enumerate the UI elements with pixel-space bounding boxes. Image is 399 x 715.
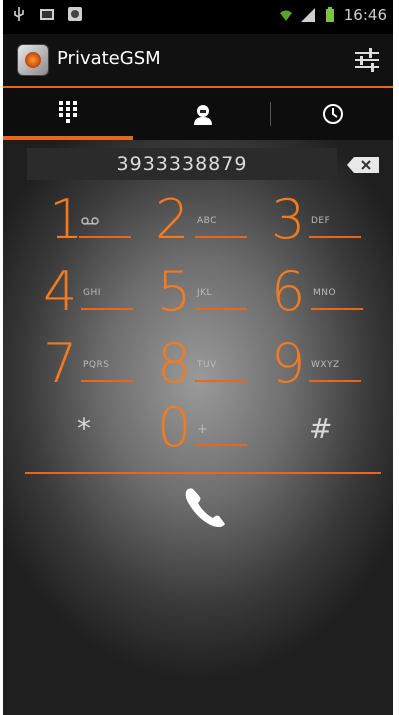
usb-icon bbox=[14, 7, 24, 21]
key-8[interactable]: 8 TUV bbox=[157, 334, 267, 396]
key-underline bbox=[195, 236, 247, 238]
key-digit: 8 bbox=[157, 332, 192, 395]
key-letters: GHI bbox=[83, 288, 101, 298]
key-letters: ABC bbox=[197, 216, 217, 226]
key-5[interactable]: 5 JKL bbox=[157, 262, 267, 324]
voicemail-icon bbox=[81, 217, 99, 225]
tab-divider bbox=[270, 102, 271, 126]
key-underline bbox=[195, 308, 247, 310]
battery-icon bbox=[325, 7, 334, 22]
key-letters: TUV bbox=[197, 360, 217, 370]
tab-dialpad[interactable] bbox=[3, 88, 133, 140]
key-2[interactable]: 2 ABC bbox=[155, 190, 265, 252]
key-underline bbox=[195, 380, 247, 382]
call-button[interactable] bbox=[181, 484, 231, 530]
key-letters: + bbox=[197, 422, 209, 437]
separator-line bbox=[25, 472, 381, 474]
notification-icons bbox=[11, 6, 83, 22]
key-digit: 9 bbox=[271, 332, 306, 395]
key-underline bbox=[311, 308, 363, 310]
key-digit: 4 bbox=[43, 260, 78, 323]
key-underline bbox=[79, 236, 131, 238]
key-hash[interactable]: # bbox=[309, 412, 332, 445]
dialer-screen: 16:46 PrivateGSM 3933338879 1 2 ABC 3 DE… bbox=[3, 0, 393, 715]
key-underline bbox=[81, 308, 133, 310]
key-digit: 7 bbox=[43, 332, 78, 395]
app-notification-icon bbox=[68, 7, 82, 21]
key-letters: JKL bbox=[197, 288, 213, 298]
key-star[interactable]: * bbox=[77, 412, 91, 445]
action-bar: PrivateGSM bbox=[3, 34, 393, 88]
signal-icon bbox=[300, 8, 315, 22]
key-digit: 0 bbox=[157, 396, 192, 459]
status-bar: 16:46 bbox=[3, 0, 393, 34]
key-letters: PQRS bbox=[83, 360, 110, 370]
dialpad-icon bbox=[59, 101, 77, 123]
key-digit: 3 bbox=[271, 188, 306, 251]
key-1[interactable]: 1 bbox=[49, 190, 159, 252]
key-6[interactable]: 6 MNO bbox=[271, 262, 381, 324]
number-display[interactable]: 3933338879 bbox=[27, 148, 337, 180]
key-underline bbox=[309, 380, 361, 382]
settings-sliders-icon[interactable] bbox=[353, 46, 381, 74]
tab-recents[interactable] bbox=[273, 88, 393, 140]
key-digit: 2 bbox=[155, 188, 190, 251]
status-time: 16:46 bbox=[343, 6, 387, 24]
key-underline bbox=[195, 444, 247, 446]
key-letters: DEF bbox=[311, 216, 331, 226]
key-letters: MNO bbox=[313, 288, 337, 298]
key-underline bbox=[81, 380, 133, 382]
app-logo bbox=[17, 44, 49, 76]
key-digit: 6 bbox=[271, 260, 306, 323]
key-4[interactable]: 4 GHI bbox=[43, 262, 153, 324]
key-digit: 1 bbox=[49, 188, 84, 251]
key-0[interactable]: 0 + bbox=[157, 398, 267, 460]
key-digit: 5 bbox=[157, 260, 192, 323]
gallery-icon bbox=[40, 9, 54, 20]
key-letters: WXYZ bbox=[311, 360, 340, 370]
key-3[interactable]: 3 DEF bbox=[271, 190, 381, 252]
key-9[interactable]: 9 WXYZ bbox=[271, 334, 381, 396]
backspace-icon[interactable] bbox=[346, 156, 380, 174]
phone-icon bbox=[185, 488, 225, 528]
app-title: PrivateGSM bbox=[57, 48, 161, 69]
key-7[interactable]: 7 PQRS bbox=[43, 334, 153, 396]
tab-contacts[interactable] bbox=[138, 88, 268, 140]
system-indicators: 16:46 bbox=[278, 6, 387, 24]
key-underline bbox=[309, 236, 361, 238]
tab-bar bbox=[3, 88, 393, 140]
wifi-icon bbox=[279, 10, 292, 21]
clock-icon bbox=[323, 104, 343, 124]
contact-icon bbox=[194, 105, 212, 125]
